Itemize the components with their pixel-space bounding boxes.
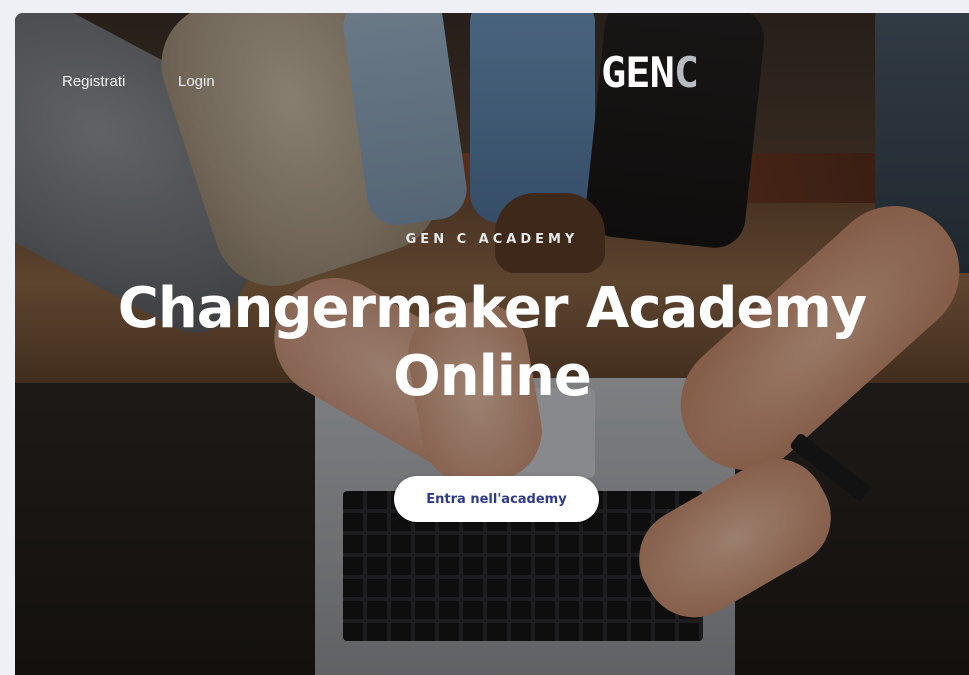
hero-eyebrow: GEN C ACADEMY [405,232,579,247]
logo-text-accent: C [673,48,699,97]
hero-title-line-1: Changermaker Academy [117,276,868,341]
enter-academy-button[interactable]: Entra nell'academy [394,476,599,522]
hero-title: Changermaker Academy Online [15,275,969,411]
hero-section: i Registrati Login GENC GEN C ACADEMY Ch… [15,13,969,675]
hero-title-line-2: Online [393,344,592,409]
brand-logo[interactable]: GENC [601,48,699,97]
nav-item-login[interactable]: Login [178,73,215,90]
nav-item-registrati[interactable]: Registrati [62,73,125,90]
logo-text-main: GEN [601,48,675,97]
